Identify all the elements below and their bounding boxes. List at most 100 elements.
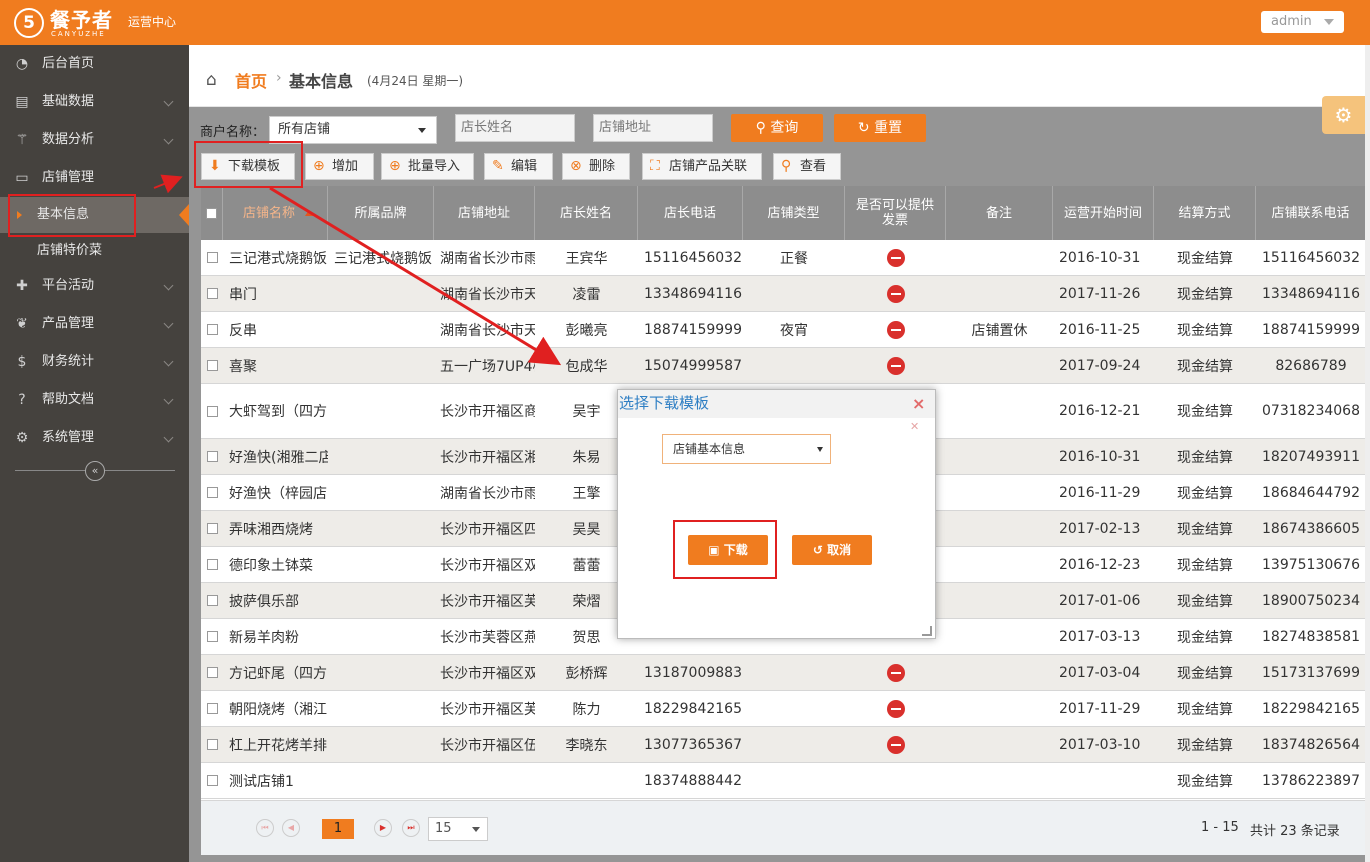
batch-import-button[interactable]: ⊕ 批量导入	[381, 153, 474, 180]
row-checkbox[interactable]	[206, 631, 218, 642]
table-cell: 现金结算	[1177, 521, 1233, 538]
sidebar-item-products[interactable]: ❦ 产品管理	[0, 305, 189, 343]
sort-asc-icon[interactable]	[305, 210, 313, 216]
add-button[interactable]: ⊕ 增加	[305, 153, 374, 180]
table-cell: 18874159999	[1262, 321, 1360, 338]
close-icon[interactable]: ×	[912, 394, 925, 413]
table-cell	[946, 511, 1053, 546]
row-checkbox[interactable]	[206, 667, 218, 678]
row-checkbox[interactable]	[206, 559, 218, 570]
next-page-icon[interactable]: ▶	[374, 819, 392, 837]
select-all-checkbox[interactable]	[206, 207, 217, 219]
table-cell: 大虾驾到（四方	[229, 404, 327, 420]
breadcrumb-home-link[interactable]: 首页	[235, 68, 267, 92]
template-select-value: 店铺基本信息	[673, 442, 746, 456]
table-row[interactable]: 喜聚 五一广场7UP4楼 包成华 15074999587 2017-09-24 现金结算 8…	[201, 348, 1365, 384]
template-select[interactable]: 店铺基本信息	[662, 434, 831, 464]
row-checkbox[interactable]	[206, 252, 218, 263]
table-cell: 弄味湘西烧烤	[229, 521, 313, 538]
table-row[interactable]: 朝阳烧烤（湘江 长沙市开福区芙 陈力 18229842165 2017-11-29 现金结…	[201, 691, 1365, 727]
row-checkbox[interactable]	[206, 703, 218, 714]
settings-gear-icon[interactable]: ⚙	[1322, 96, 1365, 134]
column-header[interactable]: 店铺地址	[434, 186, 535, 240]
current-page[interactable]: 1	[322, 819, 354, 839]
merchant-select[interactable]: 所有店铺	[269, 116, 437, 144]
table-row[interactable]: 反串 湖南省长沙市天 彭曦亮 18874159999 夜宵 店铺置休 2016-11-25 现…	[201, 312, 1365, 348]
table-cell: 15173137699	[1262, 664, 1360, 681]
table-cell: 披萨俱乐部	[229, 593, 299, 610]
header-select-all[interactable]	[201, 186, 223, 240]
column-header[interactable]: 店长电话	[638, 186, 743, 240]
reset-button[interactable]: ↻ 重置	[834, 114, 926, 142]
table-row[interactable]: 杠上开花烤羊排 长沙市开福区伍 李晓东 13077365367 2017-03-10 现金…	[201, 727, 1365, 763]
product-link-button[interactable]: ⛶ 店铺产品关联	[642, 153, 762, 180]
page-size-select[interactable]: 15	[428, 817, 488, 841]
row-checkbox[interactable]	[206, 360, 218, 371]
store-address-input[interactable]: 店铺地址	[593, 114, 713, 142]
column-header[interactable]: 备注	[946, 186, 1053, 240]
table-cell	[845, 312, 946, 347]
row-checkbox[interactable]	[206, 288, 218, 299]
table-cell: 长沙市开福区伍	[440, 737, 535, 754]
breadcrumb	[189, 45, 1365, 107]
resize-handle-icon[interactable]	[922, 626, 932, 636]
row-checkbox[interactable]	[206, 523, 218, 534]
column-header[interactable]: 运营开始时间	[1053, 186, 1154, 240]
table-cell	[946, 348, 1053, 383]
column-header[interactable]: 是否可以提供发票	[845, 186, 946, 240]
row-checkbox[interactable]	[206, 324, 218, 335]
delete-button[interactable]: ⊗ 删除	[562, 153, 630, 180]
sidebar-item-label: 平台活动	[42, 278, 95, 293]
home-icon[interactable]: ⌂	[206, 70, 217, 90]
table-cell: 2016-10-31	[1059, 249, 1141, 266]
page-scrollbar[interactable]	[1365, 45, 1370, 862]
caret-down-icon	[418, 128, 426, 133]
cancel-button[interactable]: ↺ 取消	[792, 535, 872, 565]
table-cell: 朝阳烧烤（湘江	[229, 701, 327, 718]
last-page-icon[interactable]: ⏭	[402, 819, 420, 837]
column-header[interactable]: 店长姓名	[535, 186, 638, 240]
sidebar-item-help[interactable]: ? 帮助文档	[0, 381, 189, 419]
view-button[interactable]: ⚲ 查看	[773, 153, 841, 180]
edit-button[interactable]: ✎ 编辑	[484, 153, 553, 180]
table-row[interactable]: 三记港式烧鹅饭 三记港式烧鹅饭 湖南省长沙市雨 王宾华 15116456032 正餐 201…	[201, 240, 1365, 276]
row-checkbox[interactable]	[206, 739, 218, 750]
sidebar-collapse-button[interactable]: «	[85, 461, 105, 481]
table-row[interactable]: 串门 湖南省长沙市天 凌雷 13348694116 2017-11-26 现金结算 1334…	[201, 276, 1365, 312]
table-cell	[328, 763, 434, 798]
column-header[interactable]: 店铺名称	[223, 186, 328, 240]
column-header[interactable]: 店铺类型	[743, 186, 845, 240]
sidebar-item-home[interactable]: ◔ 后台首页	[0, 45, 189, 83]
first-page-icon[interactable]: ⏮	[256, 819, 274, 837]
sidebar-item-analytics[interactable]: ⚚ 数据分析	[0, 121, 189, 159]
sidebar-subitem-specials[interactable]: 店铺特价菜	[0, 233, 189, 269]
table-cell: 彭桥辉	[565, 665, 608, 682]
undo-icon: ↺	[812, 543, 828, 557]
table-cell	[946, 547, 1053, 582]
table-cell: 13975130676	[1262, 556, 1360, 573]
sidebar-item-system[interactable]: ⚙ 系统管理	[0, 419, 189, 457]
table-cell: 长沙市芙蓉区燕	[440, 629, 535, 646]
column-header[interactable]: 店铺联系电话	[1256, 186, 1365, 240]
column-header[interactable]: 结算方式	[1154, 186, 1256, 240]
table-row[interactable]: 测试店铺1 18374888442 现金结算 13786223897	[201, 763, 1365, 799]
column-header[interactable]: 所属品牌	[328, 186, 434, 240]
user-menu[interactable]: admin	[1261, 11, 1344, 33]
manager-name-input[interactable]: 店长姓名	[455, 114, 575, 142]
sidebar-item-store-management[interactable]: ▭ 店铺管理	[0, 159, 189, 197]
table-row[interactable]: 方记虾尾（四方 长沙市开福区双 彭桥辉 13187009883 2017-03-04 现金…	[201, 655, 1365, 691]
prev-page-icon[interactable]: ◀	[282, 819, 300, 837]
cancel-button-label: 取消	[827, 543, 852, 557]
table-cell	[946, 583, 1053, 618]
sidebar-item-basic-data[interactable]: ▤ 基础数据	[0, 83, 189, 121]
row-checkbox[interactable]	[206, 487, 218, 498]
reset-button-label: 重置	[874, 120, 903, 136]
sidebar-item-finance[interactable]: $ 财务统计	[0, 343, 189, 381]
sidebar-item-platform-events[interactable]: ✚ 平台活动	[0, 267, 189, 305]
times-circle-icon: ⊗	[570, 158, 582, 174]
search-button[interactable]: ⚲ 查询	[731, 114, 823, 142]
row-checkbox[interactable]	[206, 451, 218, 462]
row-checkbox[interactable]	[206, 595, 218, 606]
row-checkbox[interactable]	[206, 775, 218, 786]
row-checkbox[interactable]	[206, 405, 218, 417]
